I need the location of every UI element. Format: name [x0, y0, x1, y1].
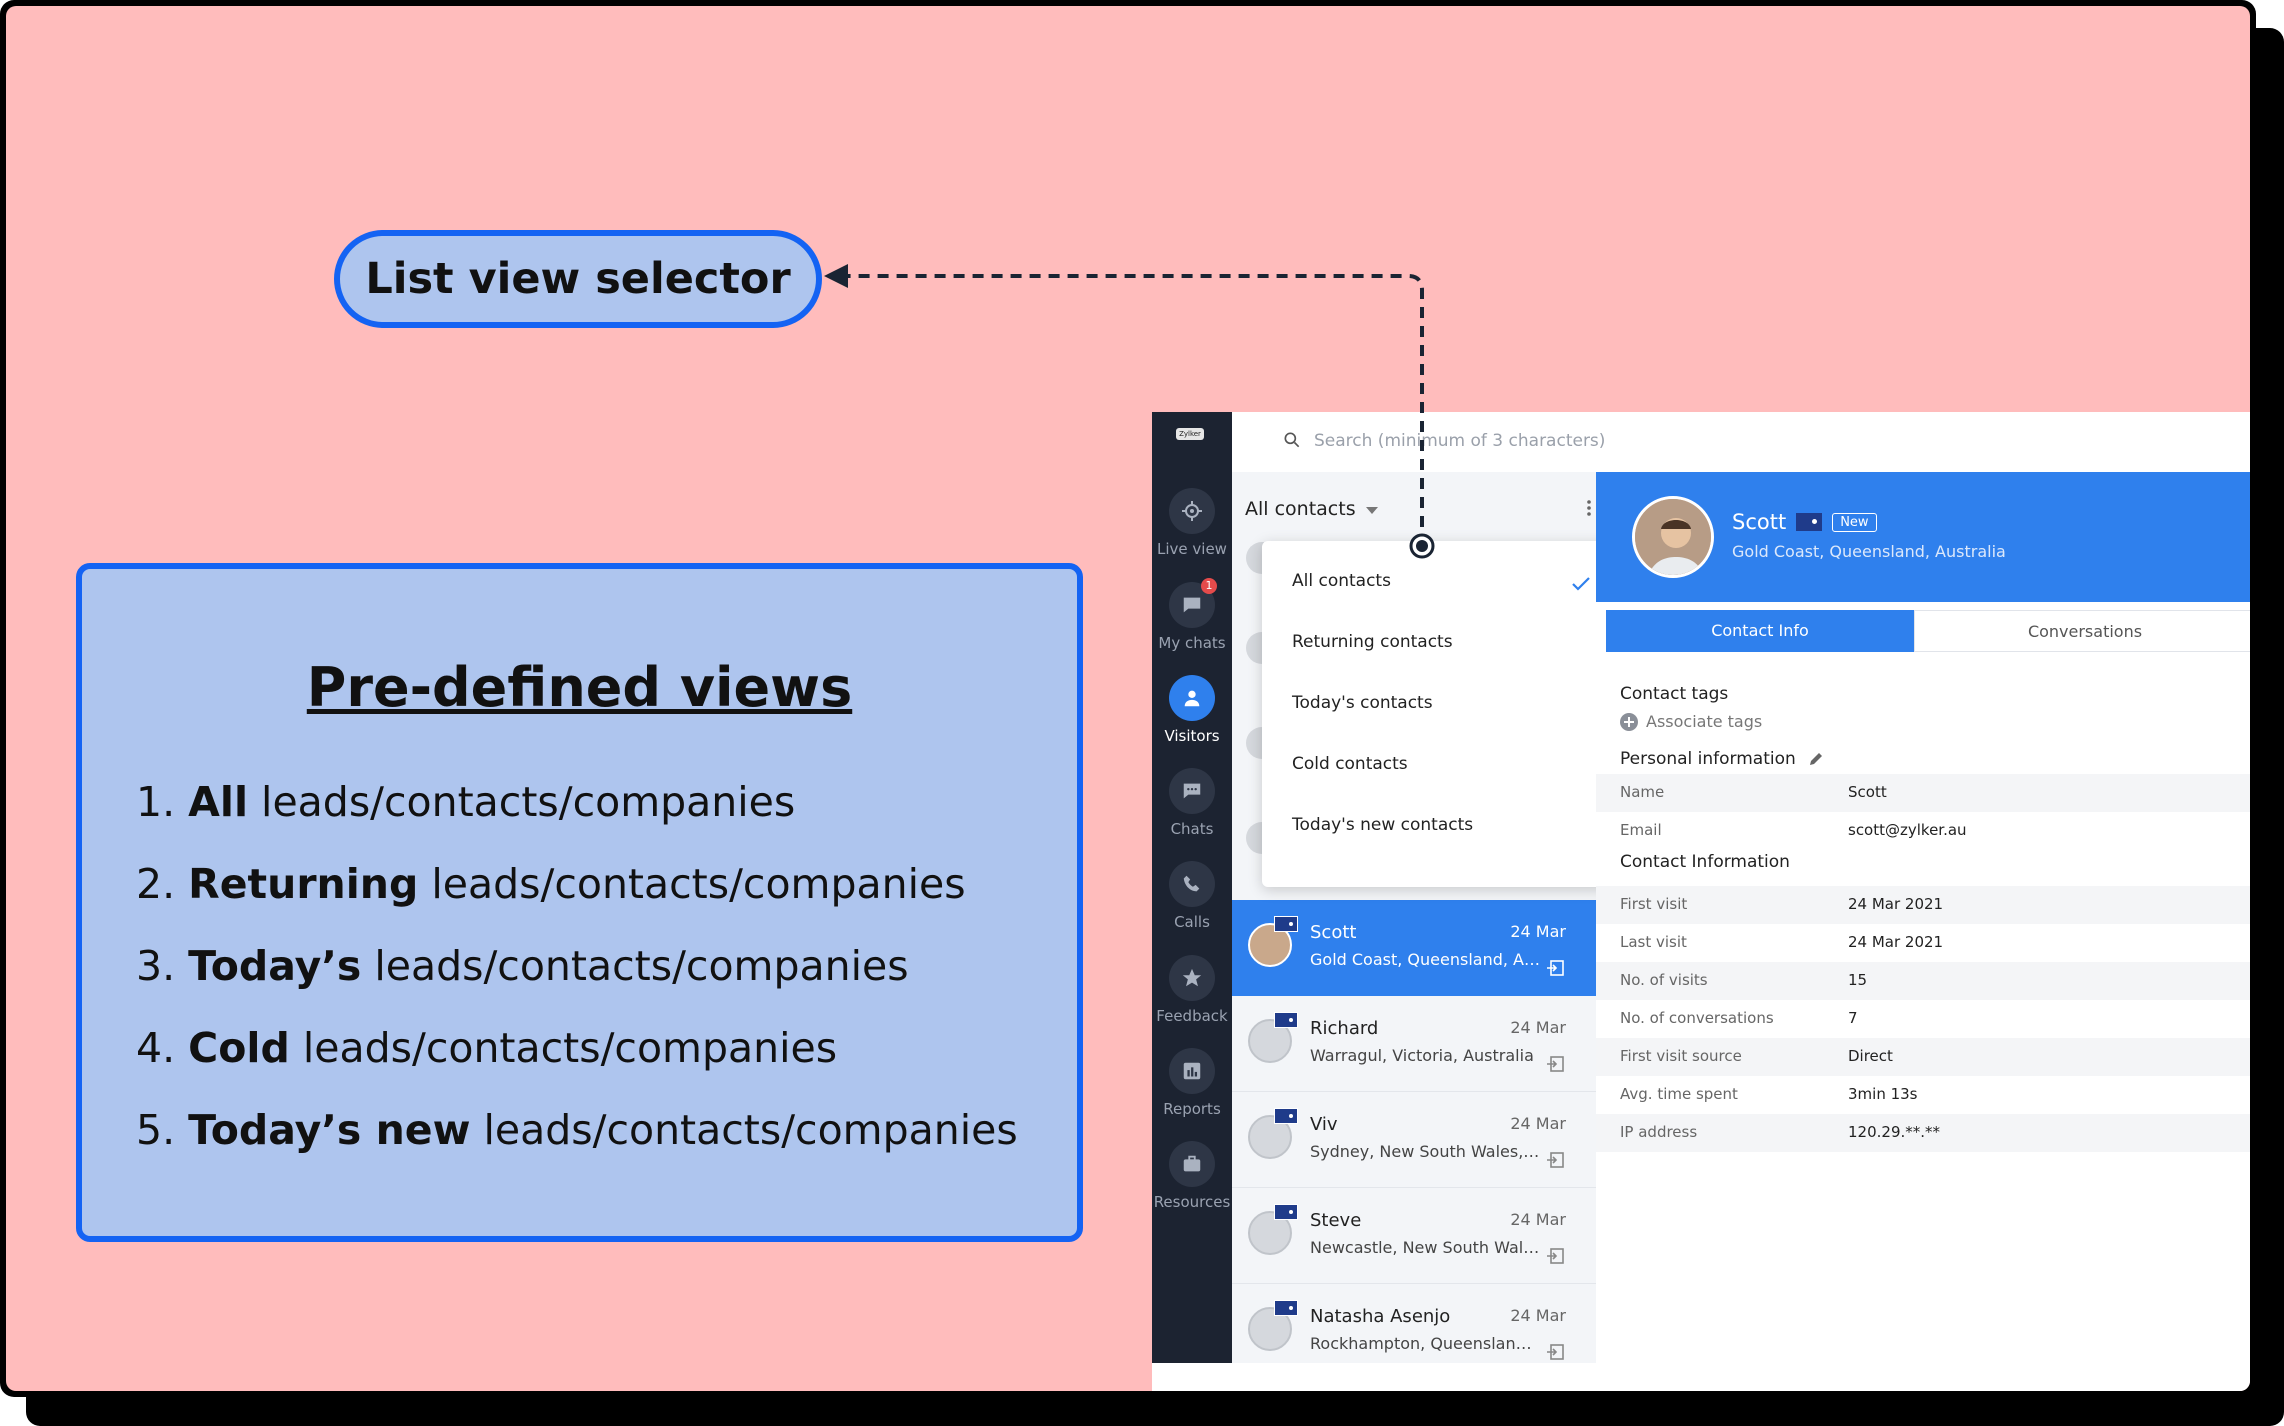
annotation-card: List view selector Pre-defined views 1. … [6, 6, 2250, 1391]
card-frame: List view selector Pre-defined views 1. … [0, 0, 2256, 1397]
arrowhead-icon [824, 264, 848, 288]
callout-connector [824, 264, 1435, 559]
